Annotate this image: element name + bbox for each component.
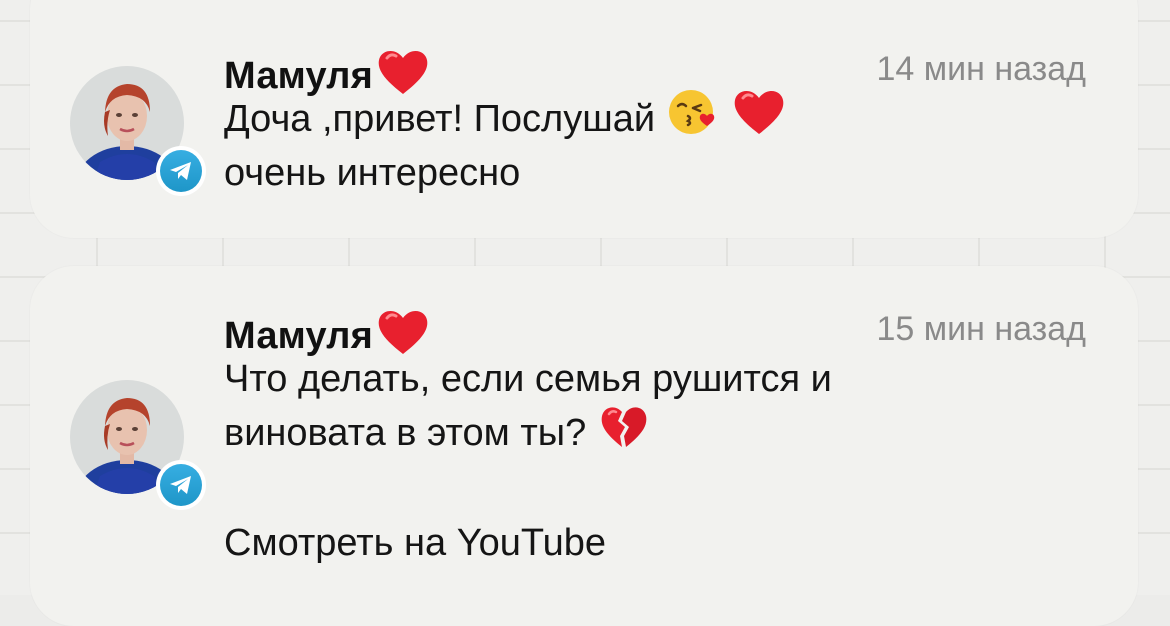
sender-label: Мамуля <box>224 314 374 357</box>
avatar-container <box>70 380 206 510</box>
message-line: Что делать, если семья рушится и <box>224 352 832 406</box>
broken-heart-icon <box>598 401 650 466</box>
youtube-link[interactable]: Смотреть на YouTube <box>224 516 606 570</box>
message-body: Что делать, если семья рушится и виноват… <box>224 352 832 460</box>
message-line-text: виновата в этом ты? <box>224 412 587 454</box>
message-line: виновата в этом ты? <box>224 406 832 460</box>
timestamp: 15 мин назад <box>876 310 1087 348</box>
telegram-badge <box>156 146 206 196</box>
kissing-face-icon <box>667 86 719 153</box>
notification-card[interactable]: Мамуля 15 мин назад Что делать, если сем… <box>30 266 1138 626</box>
sender-label: Мамуля <box>224 54 374 97</box>
notification-card[interactable]: Мамуля 14 мин назад Доча ,привет! Послуш… <box>30 0 1138 238</box>
message-line-text: Что делать, если семья рушится и <box>224 358 832 400</box>
telegram-icon <box>160 464 202 506</box>
telegram-badge <box>156 460 206 510</box>
avatar-container <box>70 66 206 196</box>
message-line: очень интересно <box>224 146 787 200</box>
telegram-icon <box>160 150 202 192</box>
timestamp: 14 мин назад <box>876 50 1087 88</box>
message-line-text: очень интересно <box>224 152 521 194</box>
message-line-text: Доча ,привет! Послушай <box>224 98 656 140</box>
red-heart-icon <box>731 86 787 153</box>
message-line: Доча ,привет! Послушай <box>224 89 787 146</box>
message-body: Доча ,привет! Послушай очень интересно <box>224 89 787 200</box>
